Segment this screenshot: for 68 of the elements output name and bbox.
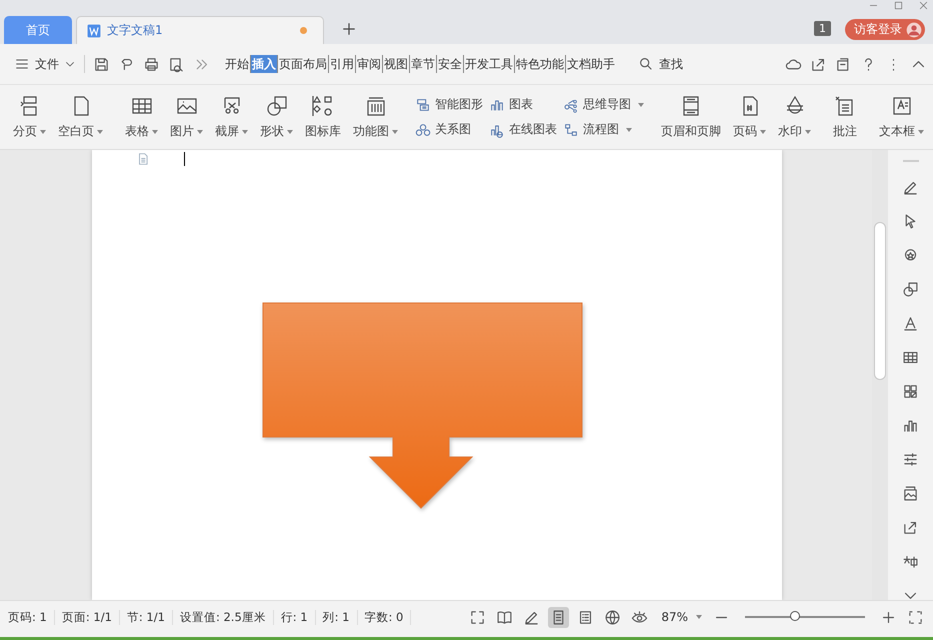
smart-graphic-icon [415, 96, 431, 112]
shapes-icon [264, 94, 288, 118]
page-view-view-icon[interactable] [548, 606, 570, 628]
status-text: 设置值: 2.5厘米 [180, 610, 274, 624]
status-text: 节: 1/1 [126, 610, 173, 624]
ribbon-tab[interactable]: 安全 [437, 55, 464, 73]
table-icon[interactable] [902, 349, 919, 366]
ribbon-button[interactable]: 在线图表 [489, 121, 557, 138]
preview-icon[interactable] [168, 56, 185, 72]
print-icon[interactable] [143, 56, 160, 72]
status-text: 字数: 0 [364, 610, 412, 624]
ribbon-tab[interactable]: 审阅 [356, 55, 383, 73]
ribbon-tab[interactable]: 特色功能 [515, 55, 566, 73]
ribbon-tab[interactable]: 章节 [410, 55, 437, 73]
status-text: 页面: 1/1 [62, 610, 120, 624]
status-text: 列: 1 [322, 610, 358, 624]
status-text: 页码: 1 [8, 610, 55, 624]
ribbon-button[interactable]: 形状 [255, 90, 298, 144]
share-icon[interactable] [902, 519, 919, 536]
writer-icon [87, 24, 101, 38]
letter-a-icon[interactable] [902, 315, 919, 332]
window-count-badge[interactable]: 1 [814, 21, 831, 36]
search-icon [638, 56, 654, 72]
sliders-icon[interactable] [902, 451, 919, 468]
paragraph-icon [136, 152, 150, 166]
ribbon-button[interactable]: 表格 [120, 90, 163, 144]
ribbon-button[interactable]: 图标库 [300, 90, 346, 144]
zoom-dropdown[interactable]: 87% [661, 610, 702, 624]
ribbon-button[interactable]: 空白页 [53, 90, 108, 144]
file-menu[interactable]: 文件 [14, 56, 76, 72]
vertical-scrollbar[interactable] [872, 150, 888, 600]
status-text: 行: 1 [280, 610, 316, 624]
ribbon-button[interactable]: 图表 [489, 96, 557, 113]
text-cursor [184, 152, 185, 166]
ribbon-button[interactable]: 智能图形 [415, 96, 483, 113]
new-tab-icon[interactable] [340, 20, 358, 38]
ribbon-button[interactable]: 页码 [728, 90, 771, 144]
ribbon-button[interactable]: 批注 [828, 90, 862, 144]
ribbon-tab[interactable]: 开发工具 [464, 55, 515, 73]
shapes-icon[interactable] [902, 281, 919, 298]
ribbon-button[interactable]: 功能图 [348, 90, 403, 144]
gallery-icon[interactable] [902, 485, 919, 502]
grid-icon[interactable] [902, 383, 919, 400]
avatar-icon [906, 22, 922, 38]
ribbon-button[interactable]: 分页 [8, 90, 51, 144]
ribbon-button[interactable]: 文本框 [874, 90, 929, 144]
ribbon-tab[interactable]: 页面布局 [278, 55, 329, 73]
ribbon-tab[interactable]: 插入 [251, 55, 278, 73]
ribbon-button[interactable]: 思维导图 [563, 96, 644, 113]
save-icon[interactable] [93, 56, 110, 72]
flowchart-icon [563, 122, 579, 138]
relation-icon [415, 122, 431, 138]
ribbon-button[interactable]: 页眉和页脚 [656, 90, 726, 144]
translate-icon[interactable] [902, 553, 919, 570]
maximize-icon[interactable] [893, 0, 904, 11]
document-tab[interactable]: 文字文稿1 [76, 16, 324, 44]
ribbon-button[interactable]: 图片 [165, 90, 208, 144]
pen-icon[interactable] [902, 179, 919, 196]
ribbon-tab[interactable]: 视图 [383, 55, 410, 73]
search-button[interactable]: 查找 [638, 56, 683, 72]
ribbon-button[interactable]: 关系图 [415, 121, 483, 138]
login-button[interactable]: 访客登录 [845, 19, 925, 40]
ribbon-button[interactable]: 水印 [773, 90, 816, 144]
ribbon-button[interactable]: 截屏 [210, 90, 253, 144]
ribbon-button[interactable]: 流程图 [563, 121, 644, 138]
close-icon[interactable] [918, 0, 929, 11]
ribbon-tab[interactable]: 文档助手 [566, 55, 616, 73]
ribbon-tab[interactable]: 引用 [329, 55, 356, 73]
